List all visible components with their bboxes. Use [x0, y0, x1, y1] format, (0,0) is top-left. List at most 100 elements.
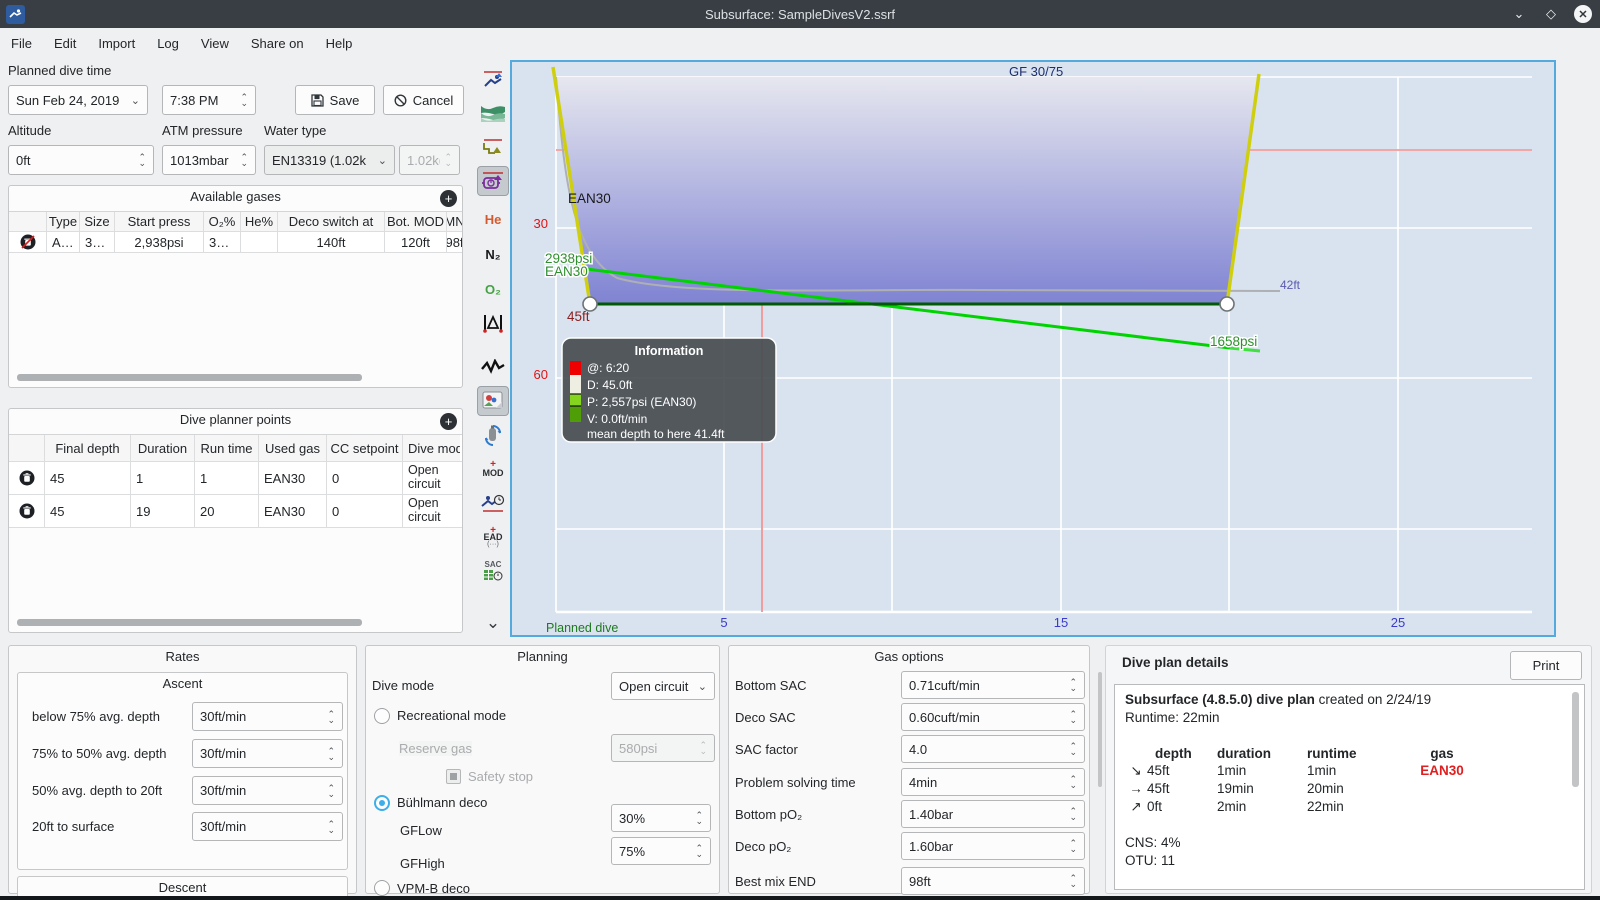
- bottom-panel-scrollbar[interactable]: [1098, 672, 1102, 787]
- dive-profile-chart[interactable]: GF 30/75 EAN30 2938psi EAN30 45ft 42ft 1…: [510, 60, 1556, 637]
- gases-hscrollbar[interactable]: [17, 374, 362, 381]
- points-hscrollbar[interactable]: [17, 619, 362, 626]
- spinner-arrows-icon[interactable]: ⌃ ⌄: [240, 93, 248, 108]
- chevron-down-icon: ⌄: [377, 154, 387, 167]
- safety-stop-label: Safety stop: [468, 769, 534, 784]
- dive-mode-label: Dive mode: [372, 678, 435, 693]
- buhlmann-deco-radio[interactable]: [374, 795, 390, 811]
- gases-col-size[interactable]: Size: [80, 212, 115, 231]
- points-col-setpoint[interactable]: CC setpoint: [327, 435, 403, 461]
- points-col-runtime[interactable]: Run time: [195, 435, 259, 461]
- vpmb-deco-radio[interactable]: [374, 880, 390, 896]
- gases-col-deco-switch[interactable]: Deco switch at: [278, 212, 385, 231]
- toolbar-pp-n2-button[interactable]: N₂: [477, 239, 509, 269]
- gflow-spinner[interactable]: 30% ⌃ ⌄: [611, 804, 711, 832]
- dive-point-handle[interactable]: [1219, 296, 1235, 312]
- rate-spinner[interactable]: 30ft/min ⌃ ⌄: [192, 812, 343, 841]
- deco-po2-spinner[interactable]: 1.60bar ⌃ ⌄: [901, 832, 1085, 860]
- points-col-duration[interactable]: Duration: [131, 435, 195, 461]
- bottom-po2-spinner[interactable]: 1.40bar ⌃ ⌄: [901, 800, 1085, 828]
- points-col-divemode[interactable]: Dive mode: [403, 435, 460, 461]
- dive-time-spinner[interactable]: 7:38 PM ⌃ ⌄: [162, 85, 256, 115]
- menu-help[interactable]: Help: [315, 36, 364, 51]
- deco-sac-spinner[interactable]: 0.60cuft/min ⌃ ⌄: [901, 703, 1085, 731]
- menu-import[interactable]: Import: [87, 36, 146, 51]
- altitude-label: Altitude: [8, 123, 52, 138]
- gases-col-he[interactable]: He%: [241, 212, 278, 231]
- menu-edit[interactable]: Edit: [43, 36, 87, 51]
- menu-share-on[interactable]: Share on: [240, 36, 315, 51]
- delete-point-icon[interactable]: [19, 470, 35, 486]
- recreational-mode-radio[interactable]: [374, 708, 390, 724]
- toolbar-photos-button[interactable]: [477, 386, 509, 416]
- safety-stop-checkbox[interactable]: [446, 769, 461, 784]
- gfhigh-spinner[interactable]: 75% ⌃ ⌄: [611, 837, 711, 865]
- subsurface-window: Subsurface: SampleDivesV2.ssrf ⌄ ◇ ✕ Fil…: [0, 0, 1600, 900]
- water-type-combo[interactable]: EN13319 (1.02k ⌄: [264, 145, 395, 175]
- toolbar-tank-pressure-button[interactable]: [477, 166, 509, 196]
- minimize-icon[interactable]: ⌄: [1510, 5, 1528, 23]
- atm-pressure-spinner[interactable]: 1013mbar ⌃ ⌄: [162, 145, 256, 175]
- he-icon: He: [484, 211, 502, 227]
- toolbar-collapse-button[interactable]: ⌄: [477, 608, 509, 638]
- menu-log[interactable]: Log: [146, 36, 190, 51]
- add-point-button[interactable]: +: [440, 413, 457, 430]
- save-button[interactable]: Save: [295, 85, 375, 115]
- toolbar-ceiling-button[interactable]: [477, 132, 509, 162]
- sac-factor-spinner[interactable]: 4.0 ⌃ ⌄: [901, 735, 1085, 763]
- best-mix-end-spinner[interactable]: 98ft ⌃ ⌄: [901, 867, 1085, 895]
- menu-view[interactable]: View: [190, 36, 240, 51]
- gflow-label: GFLow: [400, 823, 442, 838]
- bottom-sac-spinner[interactable]: 0.71cuft/min ⌃ ⌄: [901, 671, 1085, 699]
- toolbar-pp-he-button[interactable]: He: [477, 204, 509, 234]
- sac-icon: SAC: [484, 560, 502, 569]
- points-col-gas[interactable]: Used gas: [259, 435, 327, 461]
- delete-point-icon[interactable]: [19, 503, 35, 519]
- toolbar-tissue-heatmap-button[interactable]: [477, 308, 509, 338]
- toolbar-heartrate-button[interactable]: [477, 352, 509, 382]
- gases-col-mod[interactable]: Bot. MOD: [385, 212, 447, 231]
- toolbar-sac-button[interactable]: SAC: [477, 556, 509, 586]
- maximize-icon[interactable]: ◇: [1542, 5, 1560, 23]
- gases-col-startpress[interactable]: Start press: [115, 212, 204, 231]
- save-icon: [311, 93, 324, 107]
- gases-col-mn[interactable]: MN: [447, 212, 462, 231]
- toolbar-ead-button[interactable]: + EAD (···): [477, 522, 509, 552]
- toolbar-gas-change-button[interactable]: [477, 420, 509, 450]
- toolbar-dive-ascent-button[interactable]: [477, 64, 509, 94]
- toolbar-dc-runtime-button[interactable]: [477, 488, 509, 518]
- vpmb-deco-label: VPM-B deco: [397, 881, 470, 896]
- planner-point-row[interactable]: 45 19 20 EAN30 0 Open circuit: [9, 495, 462, 528]
- add-gas-button[interactable]: +: [440, 190, 457, 207]
- ead-icon: EAD: [483, 531, 503, 542]
- cancel-button[interactable]: Cancel: [383, 85, 464, 115]
- planner-point-row[interactable]: 45 1 1 EAN30 0 Open circuit: [9, 462, 462, 495]
- toolbar-salinity-button[interactable]: [477, 98, 509, 128]
- gases-col-type[interactable]: Type: [47, 212, 80, 231]
- toolbar-pp-o2-button[interactable]: O₂: [477, 274, 509, 304]
- problem-solving-time-spinner[interactable]: 4min ⌃ ⌄: [901, 768, 1085, 796]
- plan-text-scrollbar[interactable]: [1572, 692, 1579, 787]
- dive-date-combo[interactable]: Sun Feb 24, 2019 ⌄: [8, 85, 148, 115]
- rate-spinner[interactable]: 30ft/min ⌃ ⌄: [192, 776, 343, 805]
- dive-mode-combo[interactable]: Open circuit ⌄: [611, 672, 715, 700]
- planner-points-table: Final depth Duration Run time Used gas C…: [9, 434, 462, 528]
- plan-heading: Subsurface (4.8.5.0) dive plan: [1125, 692, 1315, 707]
- velocity-colorbar-icon: [570, 361, 581, 422]
- toolbar-mod-button[interactable]: + MOD: [477, 454, 509, 484]
- menu-file[interactable]: File: [0, 36, 43, 51]
- rates-title: Rates: [165, 649, 200, 664]
- rate-spinner[interactable]: 30ft/min ⌃ ⌄: [192, 702, 343, 731]
- dive-plan-details-panel: Dive plan details Print Subsurface (4.8.…: [1105, 645, 1592, 894]
- rate-spinner[interactable]: 30ft/min ⌃ ⌄: [192, 739, 343, 768]
- print-button[interactable]: Print: [1510, 651, 1582, 680]
- gases-col-o2[interactable]: O₂%: [204, 212, 241, 231]
- tooltip-mean-depth: mean depth to here 41.4ft: [587, 427, 725, 441]
- gases-table: Type Size Start press O₂% He% Deco switc…: [9, 211, 462, 253]
- time-tick-25: 25: [1391, 615, 1405, 630]
- altitude-spinner[interactable]: 0ft ⌃ ⌄: [8, 145, 154, 175]
- close-icon[interactable]: ✕: [1574, 5, 1592, 23]
- remove-gas-disabled-icon[interactable]: [20, 234, 36, 250]
- gas-row[interactable]: A… 3… 2,938psi 3… 140ft 120ft 98f: [9, 232, 462, 253]
- points-col-depth[interactable]: Final depth: [45, 435, 131, 461]
